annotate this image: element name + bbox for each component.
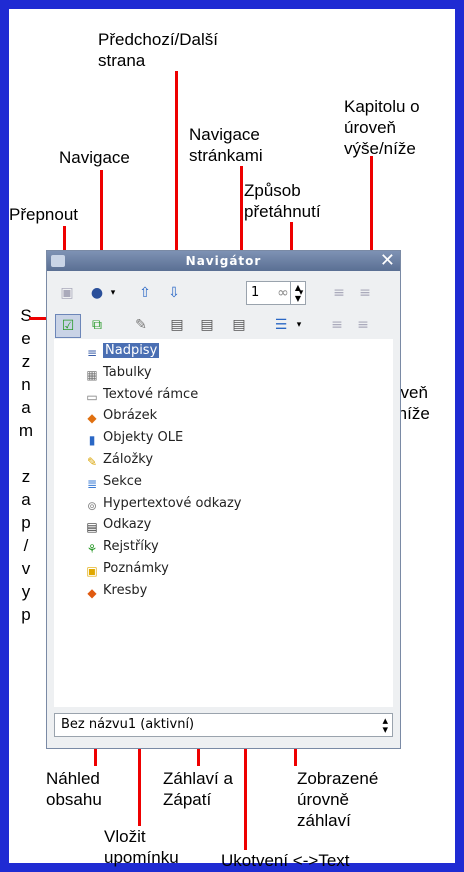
list-item[interactable]: ≣ Sekce [84, 472, 142, 492]
page-number-value: 1 [251, 285, 260, 300]
list-item-label: Poznámky [103, 561, 169, 576]
tables-icon: ▦ [86, 367, 98, 382]
previous-page-icon[interactable]: ⇧ [135, 283, 155, 303]
document-select-value: Bez názvu1 (aktivní) [61, 717, 195, 732]
label-vlozit: Vložit upomínku [104, 827, 179, 867]
list-item[interactable]: ▮ Objekty OLE [84, 428, 184, 448]
label-seznam-letter: e [21, 329, 31, 348]
label-zahlavi: Záhlaví a Zápatí [163, 769, 233, 809]
label-seznam-letter: / [23, 536, 29, 555]
list-item-label: Nadpisy [103, 343, 160, 358]
chapter-down-icon[interactable]: ≡ [355, 283, 375, 303]
chevron-down-icon[interactable]: ▾ [291, 283, 311, 303]
indexes-icon: ⚘ [86, 542, 98, 557]
list-item[interactable]: ▭ Textové rámce [84, 385, 198, 405]
label-seznam-letter: S [20, 306, 32, 325]
label-seznam-letter: a [21, 490, 31, 509]
list-item-label: Rejstříky [103, 539, 159, 555]
list-item[interactable]: ⊚ Hypertextové odkazy [84, 494, 242, 514]
navigator-title: Navigátor [185, 254, 262, 268]
label-seznam-letter: p [21, 513, 31, 532]
comments-icon: ▣ [86, 564, 98, 578]
ole-objects-icon: ▮ [88, 433, 96, 448]
headings-icon: ≡ [86, 346, 98, 360]
list-item[interactable]: ▤ Odkazy [84, 515, 151, 535]
label-navigace: Navigace [59, 148, 130, 167]
list-item-label: Tabulky [103, 364, 152, 380]
chevron-down-icon[interactable]: ▾ [289, 315, 309, 335]
next-page-icon[interactable]: ⇩ [164, 283, 184, 303]
navigator-window: Navigátor ✕ ▣ ● ▾ ⇧ ⇩ 1 ▲ ▼ ∞ ▾ ≡ ≡ ☑ ⧉ ✎… [46, 250, 401, 749]
demote-level-icon[interactable]: ≡ [353, 315, 373, 335]
close-icon[interactable]: ✕ [380, 251, 396, 271]
image-icon: ◆ [87, 411, 97, 426]
label-ukotveni: Ukotvení <->Text [221, 851, 350, 870]
anchor-text-icon[interactable]: ▤ [229, 315, 249, 335]
list-item-label: Objekty OLE [103, 430, 184, 446]
list-item-label: Sekce [103, 473, 142, 489]
label-prepnout: Přepnout [9, 205, 78, 224]
label-zobrazene: Zobrazené úrovně záhlaví [297, 769, 379, 830]
callout-line [175, 71, 178, 280]
content-list[interactable]: ≡ Nadpisy ▦ Tabulky ▭ Textové rámce ◆ Obrázek ▮ O… [54, 339, 393, 707]
set-reminder-icon[interactable]: ✎ [131, 315, 151, 335]
list-item[interactable]: ▦ Tabulky [84, 363, 152, 383]
references-icon: ▤ [86, 520, 98, 535]
label-navigace-strankami: Navigace stránkami [189, 125, 263, 165]
label-seznam-letter: z [21, 467, 31, 486]
footer-icon[interactable]: ▤ [197, 315, 217, 335]
label-seznam-letter: m [18, 421, 34, 440]
list-item[interactable]: ⚘ Rejstříky [84, 537, 159, 557]
list-item-label: Záložky [103, 452, 154, 467]
list-item[interactable]: ≡ Nadpisy [84, 341, 160, 361]
chevron-down-icon[interactable]: ▾ [103, 283, 123, 303]
label-kapitolu: Kapitolu o úroveň výše/níže [344, 97, 420, 158]
list-item[interactable]: ▣ Poznámky [84, 559, 169, 579]
heading-levels-icon[interactable]: ☰ [271, 315, 291, 335]
header-icon[interactable]: ▤ [167, 315, 187, 335]
label-predchozi-dalsi: Předchozí/Další strana [98, 30, 218, 70]
list-item-label: Textové rámce [103, 386, 199, 402]
list-item-label: Odkazy [103, 517, 152, 533]
content-view-icon[interactable]: ⧉ [87, 315, 107, 335]
drawings-icon: ◆ [87, 585, 97, 600]
list-item-label: Hypertextové odkazy [103, 495, 242, 511]
sections-icon: ≣ [86, 476, 98, 491]
chapter-up-icon[interactable]: ≡ [329, 283, 349, 303]
promote-level-icon[interactable]: ≡ [327, 315, 347, 335]
label-nahled: Náhled obsahu [46, 769, 102, 809]
chevron-updown-icon: ▴ ▾ [382, 714, 388, 736]
label-zpusob: Způsob přetáhnutí [244, 181, 321, 221]
list-item-label: Kresby [103, 582, 148, 598]
list-box-toggle-icon[interactable]: ☑ [55, 314, 81, 338]
bookmarks-icon: ✎ [86, 455, 98, 469]
label-seznam-letter: n [21, 375, 31, 394]
text-frames-icon: ▭ [86, 389, 98, 404]
document-select[interactable]: Bez názvu1 (aktivní) ▴ ▾ [54, 713, 393, 737]
label-seznam-letter: z [21, 352, 31, 371]
list-item[interactable]: ◆ Kresby [84, 581, 147, 601]
list-item[interactable]: ◆ Obrázek [84, 406, 157, 426]
list-item-label: Obrázek [103, 408, 158, 424]
list-item[interactable]: ✎ Záložky [84, 450, 153, 470]
window-menu-icon[interactable] [51, 255, 65, 267]
label-seznam-letter: v [21, 559, 31, 578]
navigator-titlebar: Navigátor ✕ [47, 251, 400, 271]
drag-mode-icon[interactable]: ∞ [273, 283, 293, 303]
label-seznam-letter: y [21, 582, 31, 601]
hyperlinks-icon: ⊚ [86, 498, 98, 513]
label-seznam-letter: a [21, 398, 31, 417]
label-seznam-letter: p [21, 605, 31, 624]
toggle-icon[interactable]: ▣ [57, 283, 77, 303]
